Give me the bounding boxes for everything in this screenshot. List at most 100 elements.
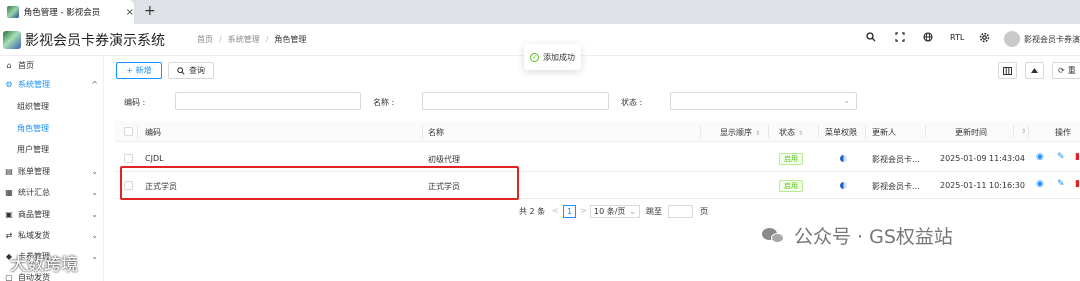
column-header-status-label: 状态	[779, 128, 795, 137]
breadcrumb: 首页 / 系统管理 / 角色管理	[197, 34, 306, 45]
status-badge: 启用	[779, 153, 803, 165]
fullscreen-icon[interactable]	[895, 32, 905, 45]
status-filter-select[interactable]: ⌄	[670, 92, 857, 110]
code-filter-input[interactable]	[175, 92, 361, 110]
goods-icon: ▣	[5, 209, 13, 219]
search-icon[interactable]	[866, 32, 876, 45]
chevron-down-icon: ⌄	[91, 209, 98, 219]
jump-page-input[interactable]	[668, 205, 693, 218]
chart-icon: ▦	[5, 187, 13, 197]
new-tab-button[interactable]: +	[144, 3, 156, 19]
chevron-down-icon: ⌄	[629, 207, 636, 216]
select-all-checkbox[interactable]	[124, 127, 133, 136]
sidebar-item-private-delivery[interactable]: ⇄ 私域发货 ⌄	[0, 226, 104, 244]
code-filter-label: 编码 :	[124, 98, 146, 107]
column-divider	[422, 125, 423, 138]
collapse-button[interactable]	[1025, 62, 1044, 79]
chevron-up-icon: ^	[91, 79, 98, 89]
sidebar-item-label: 系统管理	[18, 79, 50, 89]
browser-tab[interactable]: 角色管理 - 影视会员 ×	[0, 0, 134, 24]
row-checkbox[interactable]	[124, 154, 133, 163]
sidebar-item-stats[interactable]: ▦ 统计汇总 ⌄	[0, 183, 104, 201]
column-settings-button[interactable]	[998, 62, 1017, 79]
column-header-updater: 更新人	[872, 128, 896, 137]
pagination-next[interactable]: >	[580, 206, 587, 215]
chevron-down-icon: ⌄	[843, 96, 850, 105]
search-icon	[177, 66, 185, 75]
query-button[interactable]: 查询	[168, 62, 214, 79]
user-menu[interactable]: 影视会员卡券演	[1004, 31, 1080, 47]
page-size-select[interactable]: 10 条/页 ⌄	[590, 205, 640, 218]
column-header-order-label: 显示顺序	[720, 128, 752, 137]
sidebar-item-goods[interactable]: ▣ 商品管理 ⌄	[0, 205, 104, 223]
shuffle-icon: ⇄	[5, 230, 13, 240]
corner-watermark: 大数跨境	[10, 255, 78, 275]
breadcrumb-separator: /	[219, 35, 222, 44]
sidebar-item-org[interactable]: 组织管理	[0, 97, 104, 115]
column-header-name[interactable]: 名称	[428, 127, 444, 138]
watermark-text: 公众号 · GS权益站	[794, 226, 953, 248]
reset-button[interactable]: ⟳ 重	[1052, 62, 1080, 79]
pagination-total: 共 2 条	[519, 207, 546, 216]
breadcrumb-current: 角色管理	[274, 35, 307, 44]
breadcrumb-home[interactable]: 首页	[197, 35, 213, 44]
sort-icon[interactable]: ⇕	[1021, 128, 1026, 135]
user-name: 影视会员卡券演	[1024, 34, 1080, 44]
view-eye-icon[interactable]: ◉	[1036, 179, 1044, 189]
chevron-down-icon: ⌄	[91, 251, 98, 261]
pagination-prev[interactable]: <	[552, 206, 559, 215]
pagination-current-page[interactable]: 1	[563, 205, 576, 218]
sidebar-item-home[interactable]: ⌂ 首页	[0, 56, 104, 74]
column-divider	[1013, 125, 1014, 138]
column-header-actions: 操作	[1055, 128, 1071, 137]
column-header-code[interactable]: 编码	[145, 127, 161, 138]
edit-pencil-icon[interactable]: ✎	[1057, 179, 1065, 189]
edit-pencil-icon[interactable]: ✎	[1057, 152, 1065, 162]
name-filter-input[interactable]	[422, 92, 609, 110]
home-icon: ⌂	[6, 60, 12, 70]
sidebar-item-roles[interactable]: 角色管理	[0, 119, 104, 137]
column-header-order[interactable]: 显示顺序 ⇕	[720, 127, 760, 138]
column-header-updated-at: 更新时间	[955, 128, 987, 137]
language-icon[interactable]	[923, 32, 933, 45]
column-divider	[137, 125, 138, 138]
chevron-down-icon: ⌄	[91, 230, 98, 240]
menu-permission-icon[interactable]	[840, 182, 847, 189]
sort-icon[interactable]: ⇕	[755, 130, 760, 137]
column-divider	[925, 125, 926, 138]
check-circle-icon: ✓	[530, 52, 539, 62]
menu-permission-icon[interactable]	[840, 155, 847, 162]
highlight-annotation	[120, 166, 519, 200]
column-header-menu-permission: 菜单权限	[825, 128, 857, 137]
row-updater: 影视会员卡...	[872, 155, 920, 164]
page-unit-label: 页	[700, 207, 708, 216]
breadcrumb-system[interactable]: 系统管理	[228, 35, 260, 44]
sidebar-item-label: 首页	[18, 60, 34, 70]
sidebar-item-label: 组织管理	[17, 101, 49, 111]
app-title: 影视会员卡券演示系统	[25, 32, 165, 49]
add-button[interactable]: + 新增	[116, 62, 162, 79]
sidebar-item-label: 私域发货	[18, 230, 50, 240]
sidebar-item-bills[interactable]: ▤ 账单管理 ⌄	[0, 162, 104, 180]
app-logo	[3, 30, 21, 49]
avatar	[1004, 31, 1020, 47]
sidebar-item-system[interactable]: ⚙ 系统管理 ^	[0, 75, 104, 93]
jump-label: 跳至	[646, 207, 662, 216]
column-header-status[interactable]: 状态 ⇕	[779, 127, 803, 138]
settings-gear-icon[interactable]	[979, 32, 990, 46]
table-header: 编码 名称 显示顺序 ⇕ 状态 ⇕ 菜单权限 更新人 更新时间 ⇕ 操作	[115, 121, 1080, 142]
rtl-toggle[interactable]: RTL	[950, 33, 964, 42]
sidebar-item-users[interactable]: 用户管理	[0, 140, 104, 158]
delete-icon[interactable]: ▮	[1075, 152, 1080, 162]
reset-button-label: 重	[1067, 66, 1076, 75]
view-eye-icon[interactable]: ◉	[1036, 152, 1044, 162]
columns-icon	[1003, 66, 1012, 75]
delete-icon[interactable]: ▮	[1075, 179, 1080, 189]
column-divider	[768, 125, 769, 138]
sort-icon[interactable]: ⇕	[798, 130, 803, 137]
bill-icon: ▤	[5, 166, 13, 176]
tab-close-icon[interactable]: ×	[126, 7, 134, 18]
row-code: CJDL	[145, 154, 164, 163]
row-updated-at: 2025-01-11 10:16:30	[940, 181, 1025, 190]
wechat-icon	[762, 226, 786, 245]
